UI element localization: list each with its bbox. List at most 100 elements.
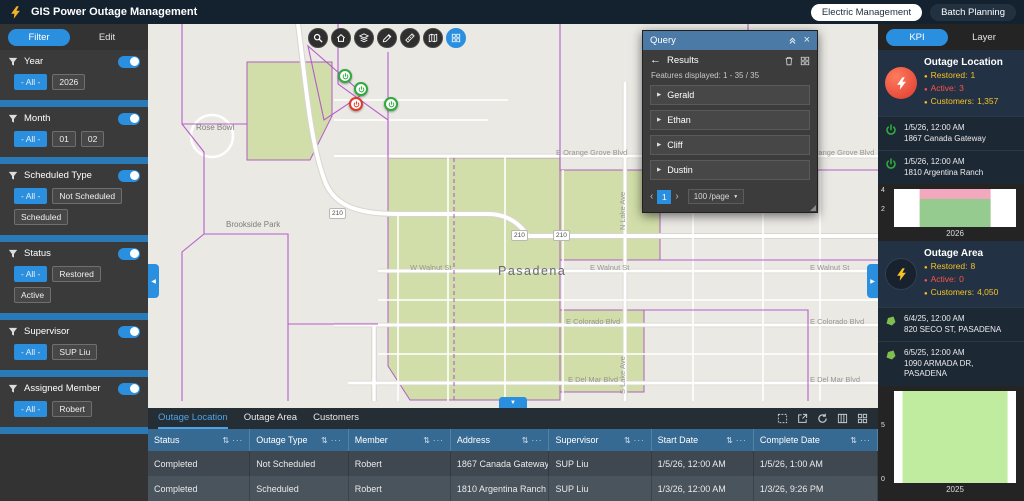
filter-label: Supervisor <box>24 326 70 337</box>
supervisor-toggle[interactable] <box>118 325 140 338</box>
tab-filter[interactable]: Filter <box>8 29 70 46</box>
column-menu-icon[interactable]: ··· <box>736 436 747 445</box>
chip-all[interactable]: - All - <box>14 266 48 282</box>
trash-icon[interactable] <box>784 56 794 66</box>
chip-all[interactable]: - All - <box>14 188 48 204</box>
chip-scheduled[interactable]: Scheduled <box>14 209 69 225</box>
chip-sup-liu[interactable]: SUP Liu <box>52 344 98 360</box>
result-group[interactable]: ▶ Ethan <box>650 110 810 130</box>
outage-marker-restored[interactable] <box>384 97 398 111</box>
close-icon[interactable]: × <box>804 35 810 46</box>
columns-icon[interactable] <box>837 413 848 424</box>
basemap-tool-button[interactable] <box>423 28 443 48</box>
search-tool-button[interactable] <box>308 28 328 48</box>
column-menu-icon[interactable]: ··· <box>433 436 444 445</box>
chip-all[interactable]: - All - <box>14 401 48 417</box>
column-menu-icon[interactable]: ··· <box>331 436 342 445</box>
chip-all[interactable]: - All - <box>14 131 48 147</box>
sort-icon[interactable]: ⇅ <box>522 436 529 445</box>
home-tool-button[interactable] <box>331 28 351 48</box>
outage-marker-restored[interactable] <box>354 82 368 96</box>
grid-view-icon[interactable] <box>800 56 810 66</box>
result-group[interactable]: ▶ Cliff <box>650 135 810 155</box>
result-group[interactable]: ▶ Dustin <box>650 160 810 180</box>
back-icon[interactable]: ← <box>650 55 661 66</box>
scheduled-type-toggle[interactable] <box>118 169 140 182</box>
measure-tool-button[interactable] <box>400 28 420 48</box>
chip-01[interactable]: 01 <box>52 131 76 147</box>
status-toggle[interactable] <box>118 247 140 260</box>
features-displayed-text: Features displayed: 1 - 35 / 35 <box>651 71 760 80</box>
year-toggle[interactable] <box>118 55 140 68</box>
chip-active[interactable]: Active <box>14 287 52 303</box>
tab-outage-area[interactable]: Outage Area <box>244 408 297 429</box>
query-header[interactable]: Query × <box>643 31 817 50</box>
electric-management-button[interactable]: Electric Management <box>810 3 923 21</box>
chip-02[interactable]: 02 <box>80 131 105 147</box>
sort-icon[interactable]: ⇅ <box>624 436 631 445</box>
column-header[interactable]: Member ⇅ ··· <box>349 429 451 451</box>
collapse-left-panel-button[interactable]: ◀ <box>148 264 159 298</box>
outage-location-card-header: Outage Location ● Restored: 1 ● Active: 3 ● C… <box>878 50 1024 116</box>
next-page-icon[interactable]: › <box>675 191 678 202</box>
pin-icon[interactable] <box>788 36 797 45</box>
column-header[interactable]: Complete Date ⇅ ··· <box>754 429 878 451</box>
collapse-table-button[interactable]: ▼ <box>499 397 527 408</box>
chip-all[interactable]: - All - <box>14 74 48 90</box>
chip-not-scheduled[interactable]: Not Scheduled <box>52 188 123 204</box>
sort-icon[interactable]: ⇅ <box>850 436 857 445</box>
refresh-icon[interactable] <box>817 413 828 424</box>
prev-page-icon[interactable]: ‹ <box>650 191 653 202</box>
chart-x-label: 2026 <box>946 229 964 238</box>
tab-customers[interactable]: Customers <box>313 408 359 429</box>
bullet-icon: ● <box>924 291 928 297</box>
chip-all[interactable]: - All - <box>14 344 48 360</box>
tab-edit[interactable]: Edit <box>74 32 140 43</box>
tab-outage-location[interactable]: Outage Location <box>158 408 228 429</box>
query-tool-button[interactable] <box>446 28 466 48</box>
chip-2026[interactable]: 2026 <box>52 74 86 90</box>
sort-icon[interactable]: ⇅ <box>423 436 430 445</box>
outage-location-list-item[interactable]: 1/5/26, 12:00 AM 1810 Argentina Ranch <box>878 150 1024 184</box>
column-header[interactable]: Status ⇅ ··· <box>148 429 251 451</box>
outage-area-list-item[interactable]: 6/4/25, 12:00 AM 820 SECO ST, PASADENA <box>878 307 1024 341</box>
column-menu-icon[interactable]: ··· <box>634 436 645 445</box>
layers-tool-button[interactable] <box>354 28 374 48</box>
outage-marker-active[interactable] <box>349 97 363 111</box>
outage-marker-restored[interactable] <box>338 69 352 83</box>
table-row[interactable]: Completed Not Scheduled Robert 1867 Cana… <box>148 451 878 476</box>
column-header[interactable]: Outage Type ⇅ ··· <box>250 429 349 451</box>
batch-planning-button[interactable]: Batch Planning <box>930 3 1016 21</box>
column-menu-icon[interactable]: ··· <box>232 436 243 445</box>
outage-location-list-item[interactable]: 1/5/26, 12:00 AM 1867 Canada Gateway <box>878 116 1024 150</box>
table-row[interactable]: Completed Scheduled Robert 1810 Argentin… <box>148 476 878 501</box>
layers-icon <box>359 33 369 43</box>
resize-handle[interactable] <box>810 205 816 211</box>
sort-icon[interactable]: ⇅ <box>222 436 229 445</box>
power-icon <box>885 158 897 170</box>
column-header[interactable]: Address ⇅ ··· <box>451 429 550 451</box>
chip-restored[interactable]: Restored <box>52 266 101 282</box>
column-header[interactable]: Supervisor ⇅ ··· <box>549 429 652 451</box>
column-menu-icon[interactable]: ··· <box>860 436 871 445</box>
month-toggle[interactable] <box>118 112 140 125</box>
outage-area-list-item[interactable]: 6/5/25, 12:00 AM 1090 ARMADA DR, PASADEN… <box>878 341 1024 386</box>
draw-tool-button[interactable] <box>377 28 397 48</box>
chip-robert[interactable]: Robert <box>52 401 92 417</box>
sort-icon[interactable]: ⇅ <box>321 436 328 445</box>
funnel-icon <box>8 249 18 259</box>
tab-kpi[interactable]: KPI <box>886 29 948 46</box>
select-icon[interactable] <box>777 413 788 424</box>
sort-icon[interactable]: ⇅ <box>726 436 733 445</box>
collapse-right-panel-button[interactable]: ▶ <box>867 264 878 298</box>
group-separator <box>0 235 148 242</box>
assigned-member-toggle[interactable] <box>118 382 140 395</box>
export-icon[interactable] <box>797 413 808 424</box>
column-menu-icon[interactable]: ··· <box>531 436 542 445</box>
result-group[interactable]: ▶ Gerald <box>650 85 810 105</box>
column-header[interactable]: Start Date ⇅ ··· <box>652 429 754 451</box>
tab-layer[interactable]: Layer <box>952 32 1016 43</box>
page-size-select[interactable]: 100 /page ▼ <box>687 189 745 204</box>
grid-icon[interactable] <box>857 413 868 424</box>
page-number-button[interactable]: 1 <box>657 189 672 204</box>
